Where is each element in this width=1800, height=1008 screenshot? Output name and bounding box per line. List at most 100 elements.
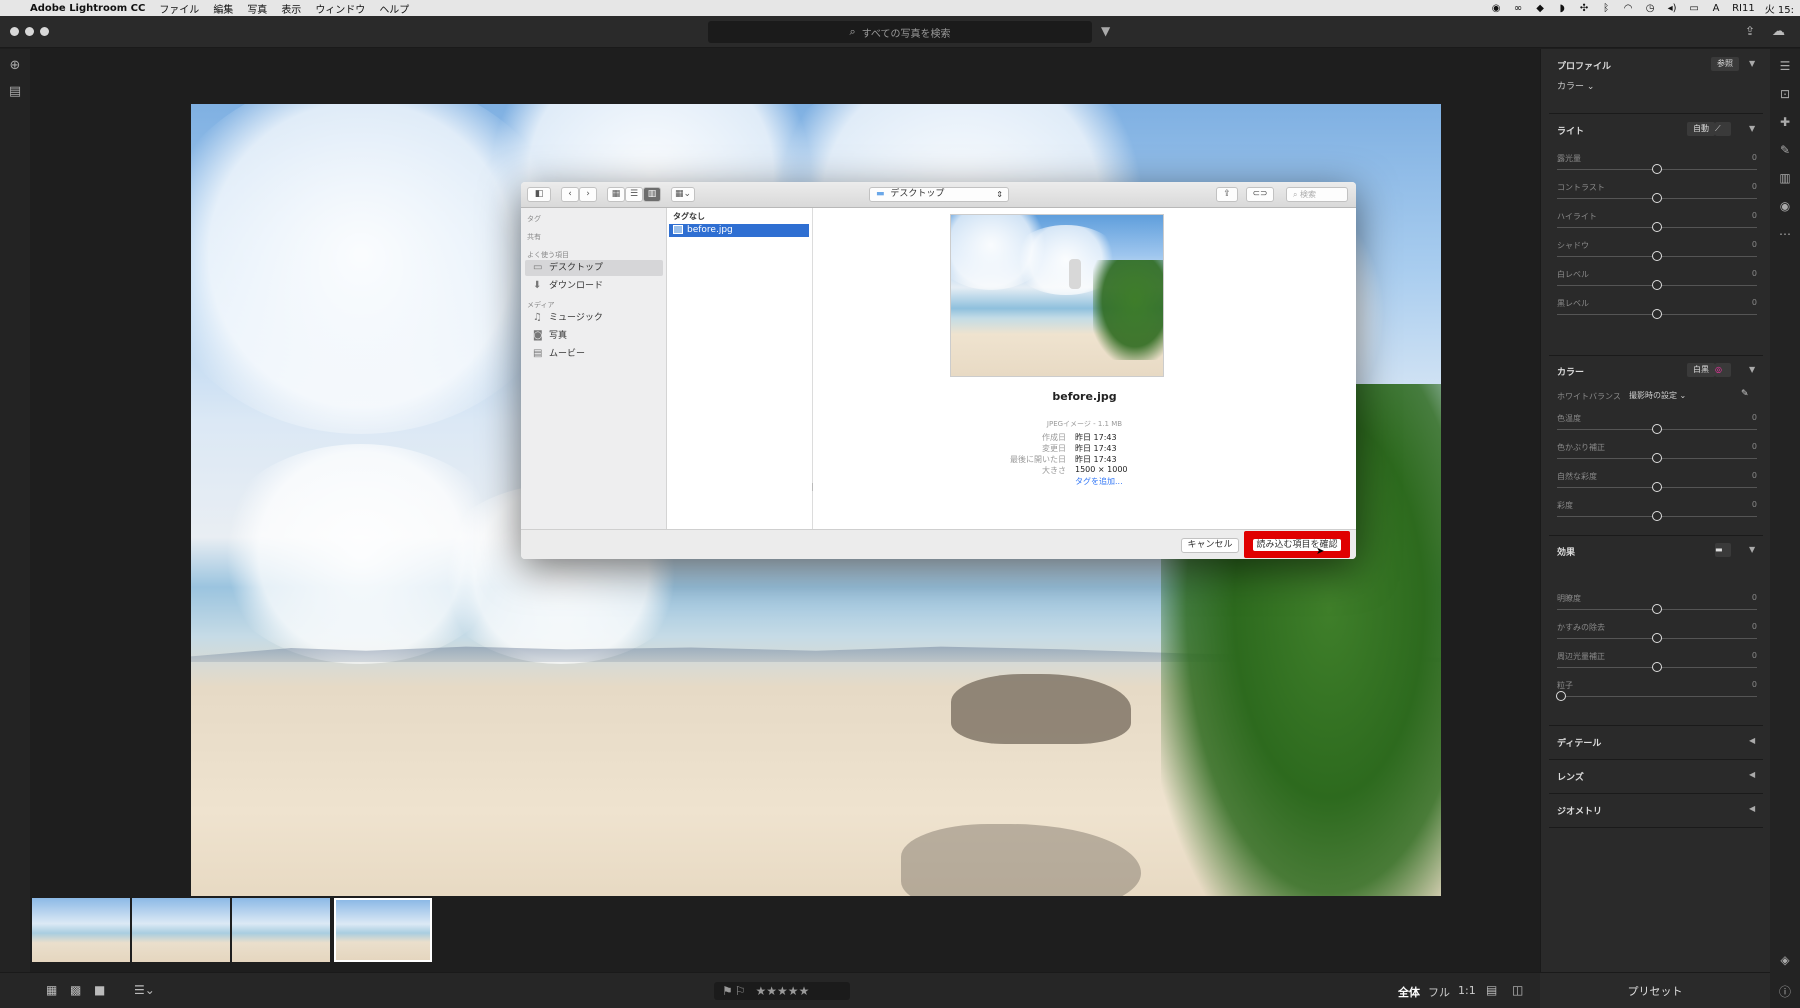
radial-gradient-icon[interactable]: ◉ (1778, 199, 1792, 213)
dialog-search-input[interactable]: ⌕ 検索 (1286, 187, 1348, 202)
sidebar-item-desktop[interactable]: ▭ デスクトップ (525, 260, 663, 276)
slider-value[interactable]: 0 (1747, 622, 1757, 631)
light-title[interactable]: ライト (1557, 124, 1584, 137)
wb-select[interactable]: 撮影時の設定 ⌄ (1629, 390, 1686, 401)
geometry-title[interactable]: ジオメトリ (1557, 804, 1602, 817)
star-rating[interactable]: ★★★★★ (756, 984, 810, 998)
brush-icon[interactable]: ✎ (1778, 143, 1792, 157)
slider-knob[interactable] (1652, 424, 1662, 434)
input-method-icon[interactable]: A (1710, 3, 1722, 14)
square-grid-icon[interactable]: ▦ (46, 983, 57, 997)
time-machine-icon[interactable]: ◷ (1644, 3, 1656, 14)
effects-title[interactable]: 効果 (1557, 545, 1575, 558)
wifi-icon[interactable]: ◠ (1622, 3, 1634, 14)
color-caret-icon[interactable]: ▼ (1749, 365, 1755, 374)
icon-view-icon[interactable]: ▦ (607, 187, 625, 202)
photo-search-input[interactable]: ⌕ すべての写真を検索 (708, 21, 1092, 43)
light-caret-icon[interactable]: ▼ (1749, 124, 1755, 133)
dropbox-icon[interactable]: ◆ (1534, 3, 1546, 14)
sidebar-shared-head[interactable]: 共有 (527, 232, 541, 242)
slider-knob[interactable] (1652, 453, 1662, 463)
menu-photo[interactable]: 写真 (247, 1, 267, 16)
menu-help[interactable]: ヘルプ (379, 1, 409, 16)
zoom-fill-button[interactable]: フル (1428, 984, 1450, 1000)
slider-knob[interactable] (1652, 662, 1662, 672)
thumbnail-2[interactable] (132, 898, 230, 962)
back-icon[interactable]: ‹ (561, 187, 579, 202)
slider-value[interactable]: 0 (1747, 211, 1757, 220)
sync-icon[interactable]: ✣ (1578, 3, 1590, 14)
bw-button[interactable]: 白黒 (1687, 363, 1715, 377)
profile-browse-button[interactable]: 参照 (1711, 57, 1739, 71)
bluetooth-icon[interactable]: ᛒ (1600, 3, 1612, 14)
slider-value[interactable]: 0 (1747, 269, 1757, 278)
effects-caret-icon[interactable]: ▼ (1749, 545, 1755, 554)
slider-value[interactable]: 0 (1747, 471, 1757, 480)
slider-knob[interactable] (1652, 251, 1662, 261)
file-row-selected[interactable]: before.jpg (669, 224, 809, 237)
minimize-window-button[interactable] (25, 27, 34, 36)
tone-curve-icon[interactable]: ⟋ (1715, 122, 1731, 136)
add-tag-link[interactable]: タグを追加... (1075, 476, 1123, 487)
library-icon[interactable]: ▤ (8, 85, 22, 99)
share-icon[interactable]: ⇪ (1745, 24, 1755, 38)
slider-value[interactable]: 0 (1747, 182, 1757, 191)
sidebar-tags-head[interactable]: タグ (527, 214, 541, 224)
add-photos-icon[interactable]: ⊕ (8, 59, 22, 73)
column-view-icon[interactable]: ▥ (643, 187, 661, 202)
sidebar-item-music[interactable]: ♫ ミュージック (525, 310, 663, 326)
crop-icon[interactable]: ⊡ (1778, 87, 1792, 101)
geometry-caret-icon[interactable]: ◀ (1749, 804, 1755, 813)
slider-knob[interactable] (1652, 193, 1662, 203)
compare-icon[interactable]: ◫ (1512, 983, 1523, 997)
slider-value[interactable]: 0 (1747, 442, 1757, 451)
photo-grid-icon[interactable]: ▩ (70, 983, 81, 997)
slider-value[interactable]: 0 (1747, 413, 1757, 422)
slider-track[interactable] (1557, 696, 1757, 697)
menu-view[interactable]: 表示 (281, 1, 301, 16)
forward-icon[interactable]: › (579, 187, 597, 202)
zoom-all-button[interactable]: 全体 (1398, 984, 1420, 1000)
cloud-icon[interactable]: ☁ (1772, 24, 1785, 39)
detail-caret-icon[interactable]: ◀ (1749, 736, 1755, 745)
linear-gradient-icon[interactable]: ▥ (1778, 171, 1792, 185)
tag-icon[interactable]: ⊂⊃ (1246, 187, 1274, 202)
close-window-button[interactable] (10, 27, 19, 36)
detail-title[interactable]: ディテール (1557, 736, 1601, 749)
sidebar-item-downloads[interactable]: ⬇ ダウンロード (525, 278, 663, 294)
list-view-icon[interactable]: ☰ (625, 187, 643, 202)
menubar-clock[interactable]: 火 15: (1765, 1, 1794, 16)
slider-knob[interactable] (1556, 691, 1566, 701)
slider-value[interactable]: 0 (1747, 680, 1757, 689)
slider-value[interactable]: 0 (1747, 298, 1757, 307)
menu-app-name[interactable]: Adobe Lightroom CC (30, 3, 145, 14)
cancel-button[interactable]: キャンセル (1181, 538, 1239, 553)
effects-preset-icon[interactable]: ▬ (1715, 543, 1731, 557)
sidebar-favorites-head[interactable]: よく使う項目 (527, 250, 569, 260)
location-select[interactable]: ▬ デスクトップ ⇕ (869, 187, 1009, 202)
slider-value[interactable]: 0 (1747, 651, 1757, 660)
menu-edit[interactable]: 編集 (213, 1, 233, 16)
zoom-window-button[interactable] (40, 27, 49, 36)
evernote-icon[interactable]: ◗ (1556, 3, 1568, 14)
slider-knob[interactable] (1652, 164, 1662, 174)
slider-knob[interactable] (1652, 222, 1662, 232)
lens-title[interactable]: レンズ (1557, 770, 1584, 783)
slider-knob[interactable] (1652, 280, 1662, 290)
detail-view-icon[interactable]: ■ (94, 983, 105, 997)
presets-button[interactable]: プリセット (1540, 972, 1770, 1008)
group-icon[interactable]: ▦⌄ (671, 187, 695, 202)
sort-icon[interactable]: ☰⌄ (134, 983, 155, 997)
sidebar-item-photos[interactable]: ◙ 写真 (525, 328, 663, 344)
color-mixer-icon[interactable]: ◎ (1715, 363, 1731, 377)
slider-value[interactable]: 0 (1747, 500, 1757, 509)
creative-cloud-icon[interactable]: ∞ (1512, 3, 1524, 14)
info-icon[interactable]: ⓘ (1778, 983, 1792, 1000)
more-icon[interactable]: ⋯ (1778, 227, 1792, 241)
profile-caret-icon[interactable]: ▼ (1749, 59, 1755, 68)
tag-icon[interactable]: ◈ (1778, 953, 1792, 967)
zoom-1to1-button[interactable]: 1:1 (1458, 984, 1476, 997)
thumbnail-4[interactable] (334, 898, 432, 962)
color-title[interactable]: カラー (1557, 365, 1584, 378)
slider-knob[interactable] (1652, 633, 1662, 643)
